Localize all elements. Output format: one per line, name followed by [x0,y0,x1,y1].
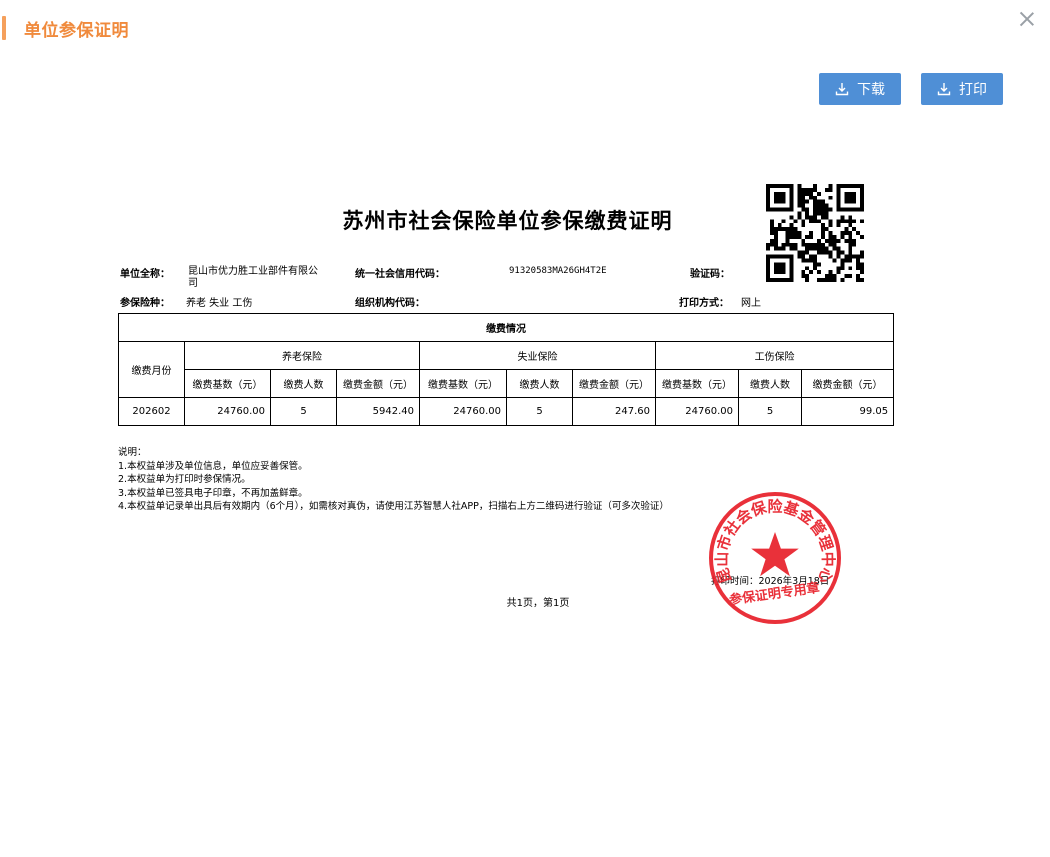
sub-header-base: 缴费基数（元） [184,369,271,398]
org-code-label: 组织机构代码： [355,298,425,309]
download-label: 下载 [857,82,885,98]
credit-code-value: 91320583MA26GH4T2E [509,266,607,276]
payment-table: 缴费情况 缴费月份 养老保险 失业保险 工伤保险 缴费基数（元） 缴费人数 缴费… [117,313,895,426]
group-header-unemployment: 失业保险 [419,341,656,370]
svg-text:参保证明专用章: 参保证明专用章 [728,580,820,609]
sub-header-amount: 缴费金额（元） [800,369,895,398]
note-line: 3.本权益单已签具电子印章，不再加盖鲜章。 [118,487,308,499]
cell-pension-base: 24760.00 [184,397,271,426]
close-icon[interactable] [1016,8,1038,30]
insurance-types-value: 养老 失业 工伤 [186,298,253,309]
cell-injury-amount: 99.05 [800,397,895,426]
dialog-title: 单位参保证明 [0,14,129,42]
note-line: 说明： [118,447,147,458]
seal-star-icon [751,532,799,577]
official-seal: 昆山市社会保险基金管理中心 参保证明专用章 [709,492,841,624]
sub-header-count: 缴费人数 [506,369,573,398]
credit-code-label: 统一社会信用代码： [355,269,445,280]
sub-header-amount: 缴费金额（元） [572,369,656,398]
sub-header-count: 缴费人数 [738,369,802,398]
note-line: 1.本权益单涉及单位信息，单位应妥善保管。 [118,460,308,472]
print-method-label: 打印方式： [679,298,729,309]
print-button[interactable]: 打印 [921,73,1003,105]
cell-month: 202602 [118,397,185,426]
print-method-value: 网上 [741,298,761,309]
note-line: 2.本权益单为打印时参保情况。 [118,474,251,485]
download-icon [835,83,849,96]
cell-unemployment-count: 5 [506,397,573,426]
month-header: 缴费月份 [118,341,185,398]
print-download-icon [937,83,951,96]
sub-header-base: 缴费基数（元） [419,369,507,398]
group-header-injury: 工伤保险 [654,341,895,370]
insurance-types-label: 参保险种： [120,298,170,309]
qr-code [766,184,864,282]
sub-header-count: 缴费人数 [270,369,337,398]
cell-unemployment-base: 24760.00 [419,397,507,426]
cell-pension-count: 5 [270,397,337,426]
cell-unemployment-amount: 247.60 [572,397,656,426]
cell-injury-count: 5 [738,397,802,426]
payment-section-title: 缴费情况 [117,313,895,342]
verify-code-label: 验证码： [690,269,730,280]
group-header-pension: 养老保险 [184,341,420,370]
cell-pension-amount: 5942.40 [336,397,420,426]
download-button[interactable]: 下载 [819,73,901,105]
notes-block: 说明： 1.本权益单涉及单位信息，单位应妥善保管。 2.本权益单为打印时参保情况… [118,446,669,514]
sub-header-base: 缴费基数（元） [655,369,739,398]
print-label: 打印 [959,82,987,98]
unit-name-line2: 司 [188,278,198,289]
note-line: 4.本权益单记录单出具后有效期内（6个月），如需核对真伪，请使用江苏智慧人社AP… [118,501,669,512]
sub-header-amount: 缴费金额（元） [336,369,420,398]
dialog-title-text: 单位参保证明 [24,20,129,41]
unit-name-line1: 昆山市优力胜工业部件有限公 [188,266,318,277]
unit-name-label: 单位全称： [120,269,170,280]
cell-injury-base: 24760.00 [655,397,739,426]
title-accent-bar [2,16,6,40]
table-row: 202602 24760.00 5 5942.40 24760.00 5 247… [118,397,895,426]
